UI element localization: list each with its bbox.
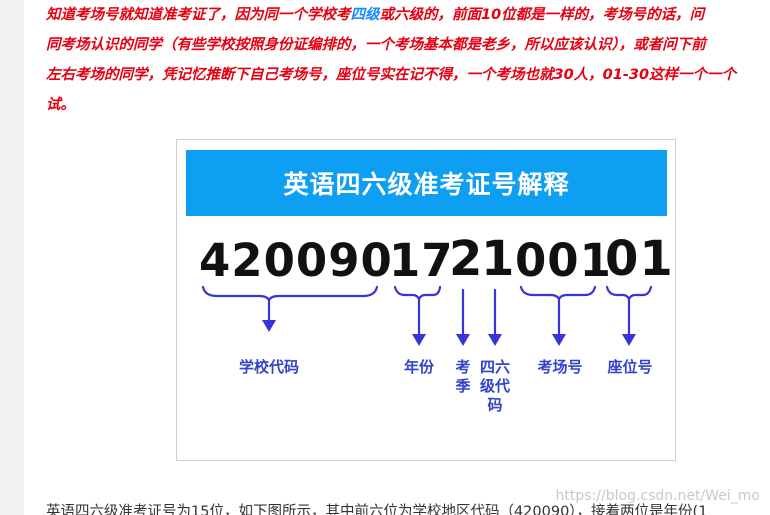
paragraph-line-2: 同考场认识的同学（有些学校按照身份证编排的，一个考场基本都是老乡，所以应该认识）… <box>46 37 706 53</box>
arrow-head-year <box>412 334 426 346</box>
watermark-url: https://blog.csdn.net/Wei_mo <box>555 488 760 504</box>
paragraph-text: 知道考场号就知道准考证了，因为同一个学校考 <box>46 7 351 23</box>
brace-arrows-graphic <box>201 285 653 346</box>
label-year: 年份 <box>403 358 434 376</box>
brace-room <box>519 285 597 302</box>
label-room-number: 考场号 <box>537 358 583 376</box>
arrow-head-school <box>262 320 276 332</box>
link-cet4[interactable]: 四级 <box>351 7 380 23</box>
arrow-head-level <box>488 334 502 346</box>
arrow-head-room <box>552 334 566 346</box>
left-gutter <box>0 0 24 515</box>
brace-seat <box>605 285 653 302</box>
label-season: 考季 <box>455 358 471 395</box>
brace-school-code <box>201 285 379 303</box>
paragraph-line-1: 知道考场号就知道准考证了，因为同一个学校考四级或六级的，前面10位都是一样的，考… <box>46 0 770 30</box>
paragraph-text: 或六级的，前面10位都是一样的，考场号的话，问 <box>379 7 705 23</box>
arrow-head-season <box>456 334 470 346</box>
paragraph-line-3: 左右考场的同学，凭记忆推断下自己考场号，座位号实在记不得，一个考场也就30人，0… <box>46 67 737 83</box>
label-school-code: 学校代码 <box>238 358 299 376</box>
exam-number-figure: 英语四六级准考证号解释 420090 17 2 1 001 01 学校代码 年份… <box>176 139 676 461</box>
highlighted-paragraph: 知道考场号就知道准考证了，因为同一个学校考四级或六级的，前面10位都是一样的，考… <box>46 0 770 120</box>
label-seat-number: 座位号 <box>607 358 653 376</box>
article-body: 知道考场号就知道准考证了，因为同一个学校考四级或六级的，前面10位都是一样的，考… <box>24 0 770 515</box>
arrow-head-seat <box>622 334 636 346</box>
paragraph-line-4: 试。 <box>46 97 75 113</box>
brace-year <box>393 285 442 302</box>
label-level-code: 四六级代码 <box>479 358 510 414</box>
